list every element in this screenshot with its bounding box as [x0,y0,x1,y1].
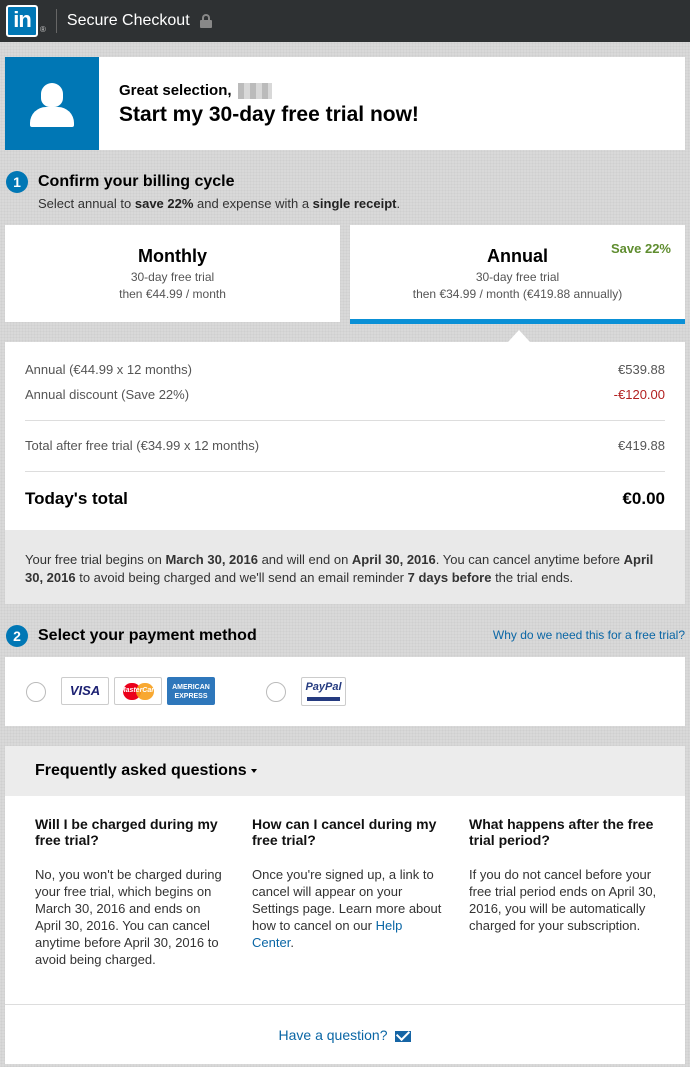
save-badge: Save 22% [611,241,671,256]
plan-price: then €44.99 / month [119,287,226,301]
summary-divider [25,471,665,472]
registered-mark: ® [40,24,46,34]
step-number-1: 1 [6,171,28,193]
faq-question: What happens after the free trial period… [469,816,654,848]
trial-notice: Your free trial begins on March 30, 2016… [5,530,685,604]
faq-item: How can I cancel during my free trial? O… [252,816,442,951]
row-label: Annual discount (Save 22%) [25,387,190,402]
faq-answer: If you do not cancel before your free tr… [469,867,657,933]
payment-methods: VISA MasterCard AMERICAN EXPRESS PayPal [5,657,685,726]
billing-subtitle: Select annual to save 22% and expense wi… [38,196,401,211]
amex-icon: AMERICAN EXPRESS [167,677,215,705]
hero-headline: Start my 30-day free trial now! [119,103,419,126]
plan-trial: 30-day free trial [475,270,560,284]
mastercard-icon: MasterCard [114,677,162,705]
row-label: Total after free trial (€34.99 x 12 mont… [25,438,260,453]
lock-icon [199,14,212,28]
billing-step-header: 1 Confirm your billing cycle [6,171,234,193]
greeting: Great selection, [119,82,419,99]
chevron-down-icon [250,768,257,773]
payment-title: Select your payment method [38,627,257,644]
plan-name: Monthly [138,246,207,266]
faq-section: Frequently asked questions Will I be cha… [5,746,685,1064]
plan-trial: 30-day free trial [130,270,215,284]
mail-icon [395,1030,412,1042]
payment-step-header: 2 Select your payment method [6,625,257,647]
have-a-question-link[interactable]: Have a question? [5,1027,685,1043]
step-number-2: 2 [6,625,28,647]
total-label: Today's total [25,489,128,508]
plan-monthly[interactable]: Monthly 30-day free trial then €44.99 / … [5,225,340,322]
linkedin-logo[interactable]: in [6,5,38,37]
billing-title: Confirm your billing cycle [38,173,235,190]
row-value: -€120.00 [613,387,665,402]
selection-caret [508,330,530,342]
topbar-divider [55,9,57,33]
faq-divider [5,1004,685,1005]
order-summary: Annual (€44.99 x 12 months) €539.88 Annu… [5,342,685,530]
blurred-username [237,82,272,99]
why-free-trial-link[interactable]: Why do we need this for a free trial? [493,628,685,642]
faq-question: How can I cancel during my free trial? [252,816,437,848]
top-bar: in ® Secure Checkout [0,0,690,42]
faq-toggle[interactable]: Frequently asked questions [5,746,685,796]
today-total-row: Today's total €0.00 [25,489,665,509]
hero-banner: Great selection, Start my 30-day free tr… [5,57,685,150]
row-label: Annual (€44.99 x 12 months) [25,362,192,377]
summary-row: Annual (€44.99 x 12 months) €539.88 [25,362,665,377]
plan-annual[interactable]: Save 22% Annual 30-day free trial then €… [350,225,685,324]
summary-divider [25,420,665,421]
page-title: Secure Checkout [66,12,190,29]
faq-item: Will I be charged during my free trial? … [35,816,225,968]
faq-question: Will I be charged during my free trial? [35,816,218,848]
faq-answer: Once you're signed up, a link to cancel … [252,867,442,950]
plan-price: then €34.99 / month (€419.88 annually) [412,287,623,301]
row-value: €539.88 [618,362,665,377]
paypal-radio[interactable] [266,682,286,702]
faq-item: What happens after the free trial period… [469,816,659,934]
visa-icon: VISA [61,677,109,705]
person-icon [5,57,99,150]
summary-row: Total after free trial (€34.99 x 12 mont… [25,438,665,453]
paypal-icon: PayPal [301,677,346,706]
total-value: €0.00 [622,489,665,508]
row-value: €419.88 [618,438,665,453]
faq-answer: No, you won't be charged during your fre… [35,867,222,967]
card-radio[interactable] [26,682,46,702]
summary-row: Annual discount (Save 22%) -€120.00 [25,387,665,402]
